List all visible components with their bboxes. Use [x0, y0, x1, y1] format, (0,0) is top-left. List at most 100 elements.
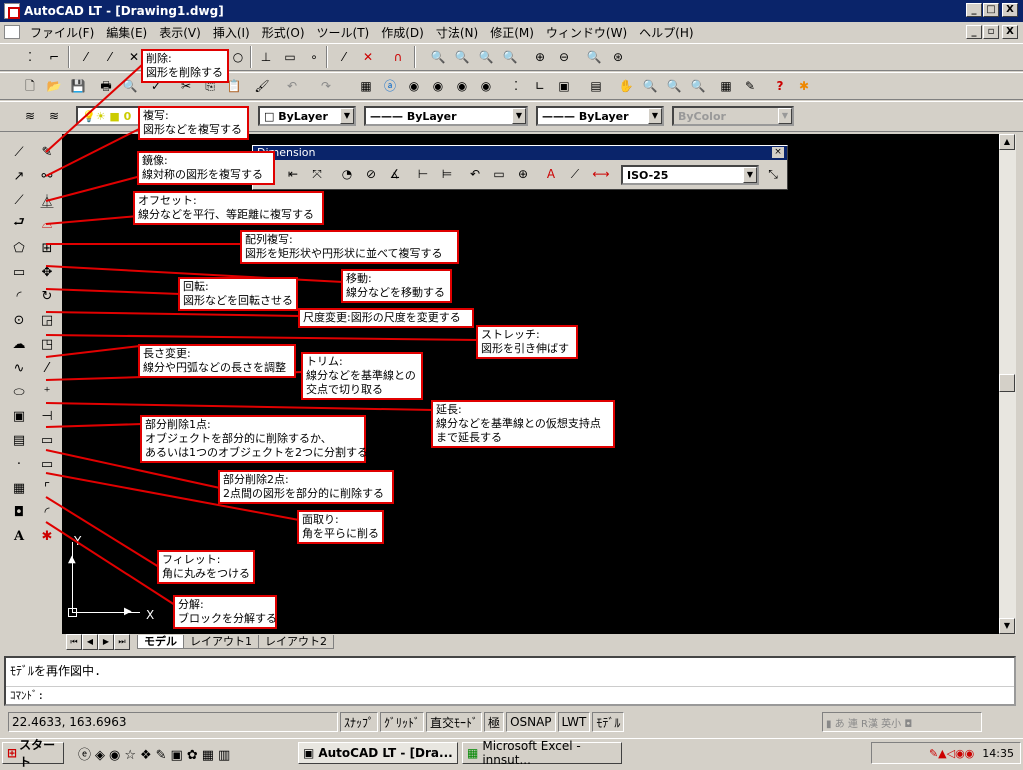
print-icon[interactable]: 🖶 — [96, 76, 116, 96]
doc-close-button[interactable]: X — [1002, 25, 1018, 39]
coordinate-display[interactable]: 22.4633, 163.6963 — [8, 712, 338, 732]
snap-insert-icon[interactable]: ▭ — [280, 47, 300, 67]
revcloud-icon[interactable]: ☁ — [9, 334, 29, 354]
menu-edit[interactable]: 編集(E) — [100, 24, 153, 41]
snap-tracking-icon[interactable]: ⌐ — [44, 47, 64, 67]
save-icon[interactable]: 💾 — [68, 76, 88, 96]
dim-diameter-icon[interactable]: ⊘ — [361, 164, 381, 184]
array-icon[interactable]: ⊞ — [37, 238, 57, 258]
snap-from-icon[interactable]: ⁚ — [20, 47, 40, 67]
task-excel[interactable]: ▦ Microsoft Excel - innsut... — [462, 739, 622, 767]
designcenter-icon[interactable]: ⓐ — [380, 76, 400, 96]
scroll-thumb[interactable] — [999, 374, 1015, 392]
zoom-window2-icon[interactable]: 🔍 — [688, 76, 708, 96]
zoom-scale-icon[interactable]: 🔍 — [476, 47, 496, 67]
ime-bar[interactable]: ▮ あ 連 R漢 英小 ◘ — [822, 712, 982, 732]
dim-text-edit-icon[interactable]: ⟋ — [565, 164, 585, 184]
mtext-icon[interactable]: A — [9, 526, 29, 546]
tab-first-icon[interactable]: ⏮ — [66, 634, 82, 650]
menu-help[interactable]: ヘルプ(H) — [633, 24, 699, 41]
chevron-down-icon[interactable]: ▼ — [648, 108, 662, 124]
dim-radius-icon[interactable]: ◔ — [337, 164, 357, 184]
menu-tools[interactable]: ツール(T) — [311, 24, 376, 41]
hyperlink-icon[interactable]: ◉ — [452, 76, 472, 96]
break-icon[interactable]: ▭ — [37, 454, 57, 474]
scale-icon[interactable]: ◲ — [37, 310, 57, 330]
circle-icon[interactable]: ⊙ — [9, 310, 29, 330]
snap-toggle[interactable]: ｽﾅｯﾌﾟ — [340, 712, 379, 732]
osnap-settings-icon[interactable]: ∩ — [388, 47, 408, 67]
copy-object-icon[interactable]: ⚯ — [37, 166, 57, 186]
osnap-toggle[interactable]: OSNAP — [506, 712, 556, 732]
menu-insert[interactable]: 挿入(I) — [207, 24, 256, 41]
dim-continue-icon[interactable]: ⊨ — [437, 164, 457, 184]
snap-endpoint-icon[interactable]: ⁄ — [76, 47, 96, 67]
snap-none-icon[interactable]: ✕ — [358, 47, 378, 67]
spline-icon[interactable]: ∿ — [9, 358, 29, 378]
command-window[interactable]: ﾓﾃﾞﾙを再作図中. ｺﾏﾝﾄﾞ: — [4, 656, 1016, 706]
zoom-realtime-icon[interactable]: 🔍 — [640, 76, 660, 96]
doc-restore-button[interactable]: ▫ — [983, 25, 999, 39]
distance-icon[interactable]: ⁚ — [506, 76, 526, 96]
chevron-down-icon[interactable]: ▼ — [340, 108, 354, 124]
doc-minimize-button[interactable]: _ — [966, 25, 982, 39]
tab-prev-icon[interactable]: ◀ — [82, 634, 98, 650]
chevron-down-icon[interactable]: ▼ — [778, 108, 792, 124]
print-preview-icon[interactable]: 🔍 — [120, 76, 140, 96]
lineweight-dropdown[interactable]: ——— ByLayer ▼ — [536, 106, 664, 126]
pan-icon[interactable]: ✋ — [616, 76, 636, 96]
fillet-icon[interactable]: ◜ — [37, 502, 57, 522]
tab-model[interactable]: モデル — [137, 635, 184, 649]
new-file-icon[interactable]: 🗋 — [20, 76, 40, 96]
layer-manager-icon[interactable]: ≋ — [20, 106, 40, 126]
start-button[interactable]: ⊞ スタート — [2, 738, 64, 769]
erase-icon[interactable]: ✎ — [37, 142, 57, 162]
tab-next-icon[interactable]: ▶ — [98, 634, 114, 650]
properties-icon[interactable]: ▦ — [356, 76, 376, 96]
dim-edit-icon[interactable]: A — [541, 164, 561, 184]
ellipse-icon[interactable]: ⬭ — [9, 382, 29, 402]
insert-block-icon[interactable]: ▣ — [9, 406, 29, 426]
maximize-button[interactable]: □ — [983, 3, 999, 17]
mirror-icon[interactable]: ⏅ — [37, 190, 57, 210]
dimstyle-dropdown[interactable]: ISO-25 ▼ — [621, 165, 759, 185]
chamfer-icon[interactable]: ⌜ — [37, 478, 57, 498]
lwt-toggle[interactable]: LWT — [557, 712, 591, 732]
plotstyle-dropdown[interactable]: ByColor ▼ — [672, 106, 794, 126]
region-icon[interactable]: ◘ — [9, 502, 29, 522]
redo-icon[interactable]: ↷ — [316, 76, 336, 96]
point-icon[interactable]: · — [9, 454, 29, 474]
zoom-in-icon[interactable]: ⊕ — [530, 47, 550, 67]
task-autocad[interactable]: ▣ AutoCAD LT - [Dra... — [298, 742, 458, 764]
minimize-button[interactable]: _ — [966, 3, 982, 17]
center-mark-icon[interactable]: ⊕ — [513, 164, 533, 184]
draworder-icon[interactable]: ▣ — [554, 76, 574, 96]
quicklaunch-icons[interactable]: ⓔ◈◉☆❖✎▣✿▦▥ — [78, 744, 234, 763]
layer-previous-icon[interactable]: ≋ — [44, 106, 64, 126]
snap-node-icon[interactable]: ∘ — [304, 47, 324, 67]
polygon-icon[interactable]: ⬠ — [9, 238, 29, 258]
zoom-dynamic-icon[interactable]: 🔍 — [452, 47, 472, 67]
meetnow-icon[interactable]: ◉ — [476, 76, 496, 96]
rotate-icon[interactable]: ↻ — [37, 286, 57, 306]
polyline-icon[interactable]: ⟋ — [9, 190, 29, 210]
dimstyle-manager-icon[interactable]: ⤡ — [763, 164, 783, 184]
line-icon[interactable]: ⟋ — [9, 142, 29, 162]
tray-icons[interactable]: ✎▲◁◉◉ — [929, 747, 974, 760]
explode-icon[interactable]: ✱ — [37, 526, 57, 546]
color-dropdown[interactable]: □ ByLayer ▼ — [258, 106, 356, 126]
ucs-icon[interactable]: ∟ — [530, 76, 550, 96]
polar-toggle[interactable]: 極 — [484, 712, 505, 732]
snap-midpoint-icon[interactable]: ⁄ — [100, 47, 120, 67]
linetype-dropdown[interactable]: ——— ByLayer ▼ — [364, 106, 528, 126]
redraw-icon[interactable]: ▤ — [586, 76, 606, 96]
zoom-center-icon[interactable]: 🔍 — [500, 47, 520, 67]
menu-draw[interactable]: 作成(D) — [375, 24, 430, 41]
tolerance-icon[interactable]: ▭ — [489, 164, 509, 184]
leader-icon[interactable]: ↶ — [465, 164, 485, 184]
tool-palette-icon[interactable]: ▦ — [716, 76, 736, 96]
zoom-out-icon[interactable]: ⊖ — [554, 47, 574, 67]
stretch-icon[interactable]: ◳ — [37, 334, 57, 354]
dim-update-icon[interactable]: ⟷ — [591, 164, 611, 184]
offset-icon[interactable]: ⌓ — [37, 214, 57, 234]
